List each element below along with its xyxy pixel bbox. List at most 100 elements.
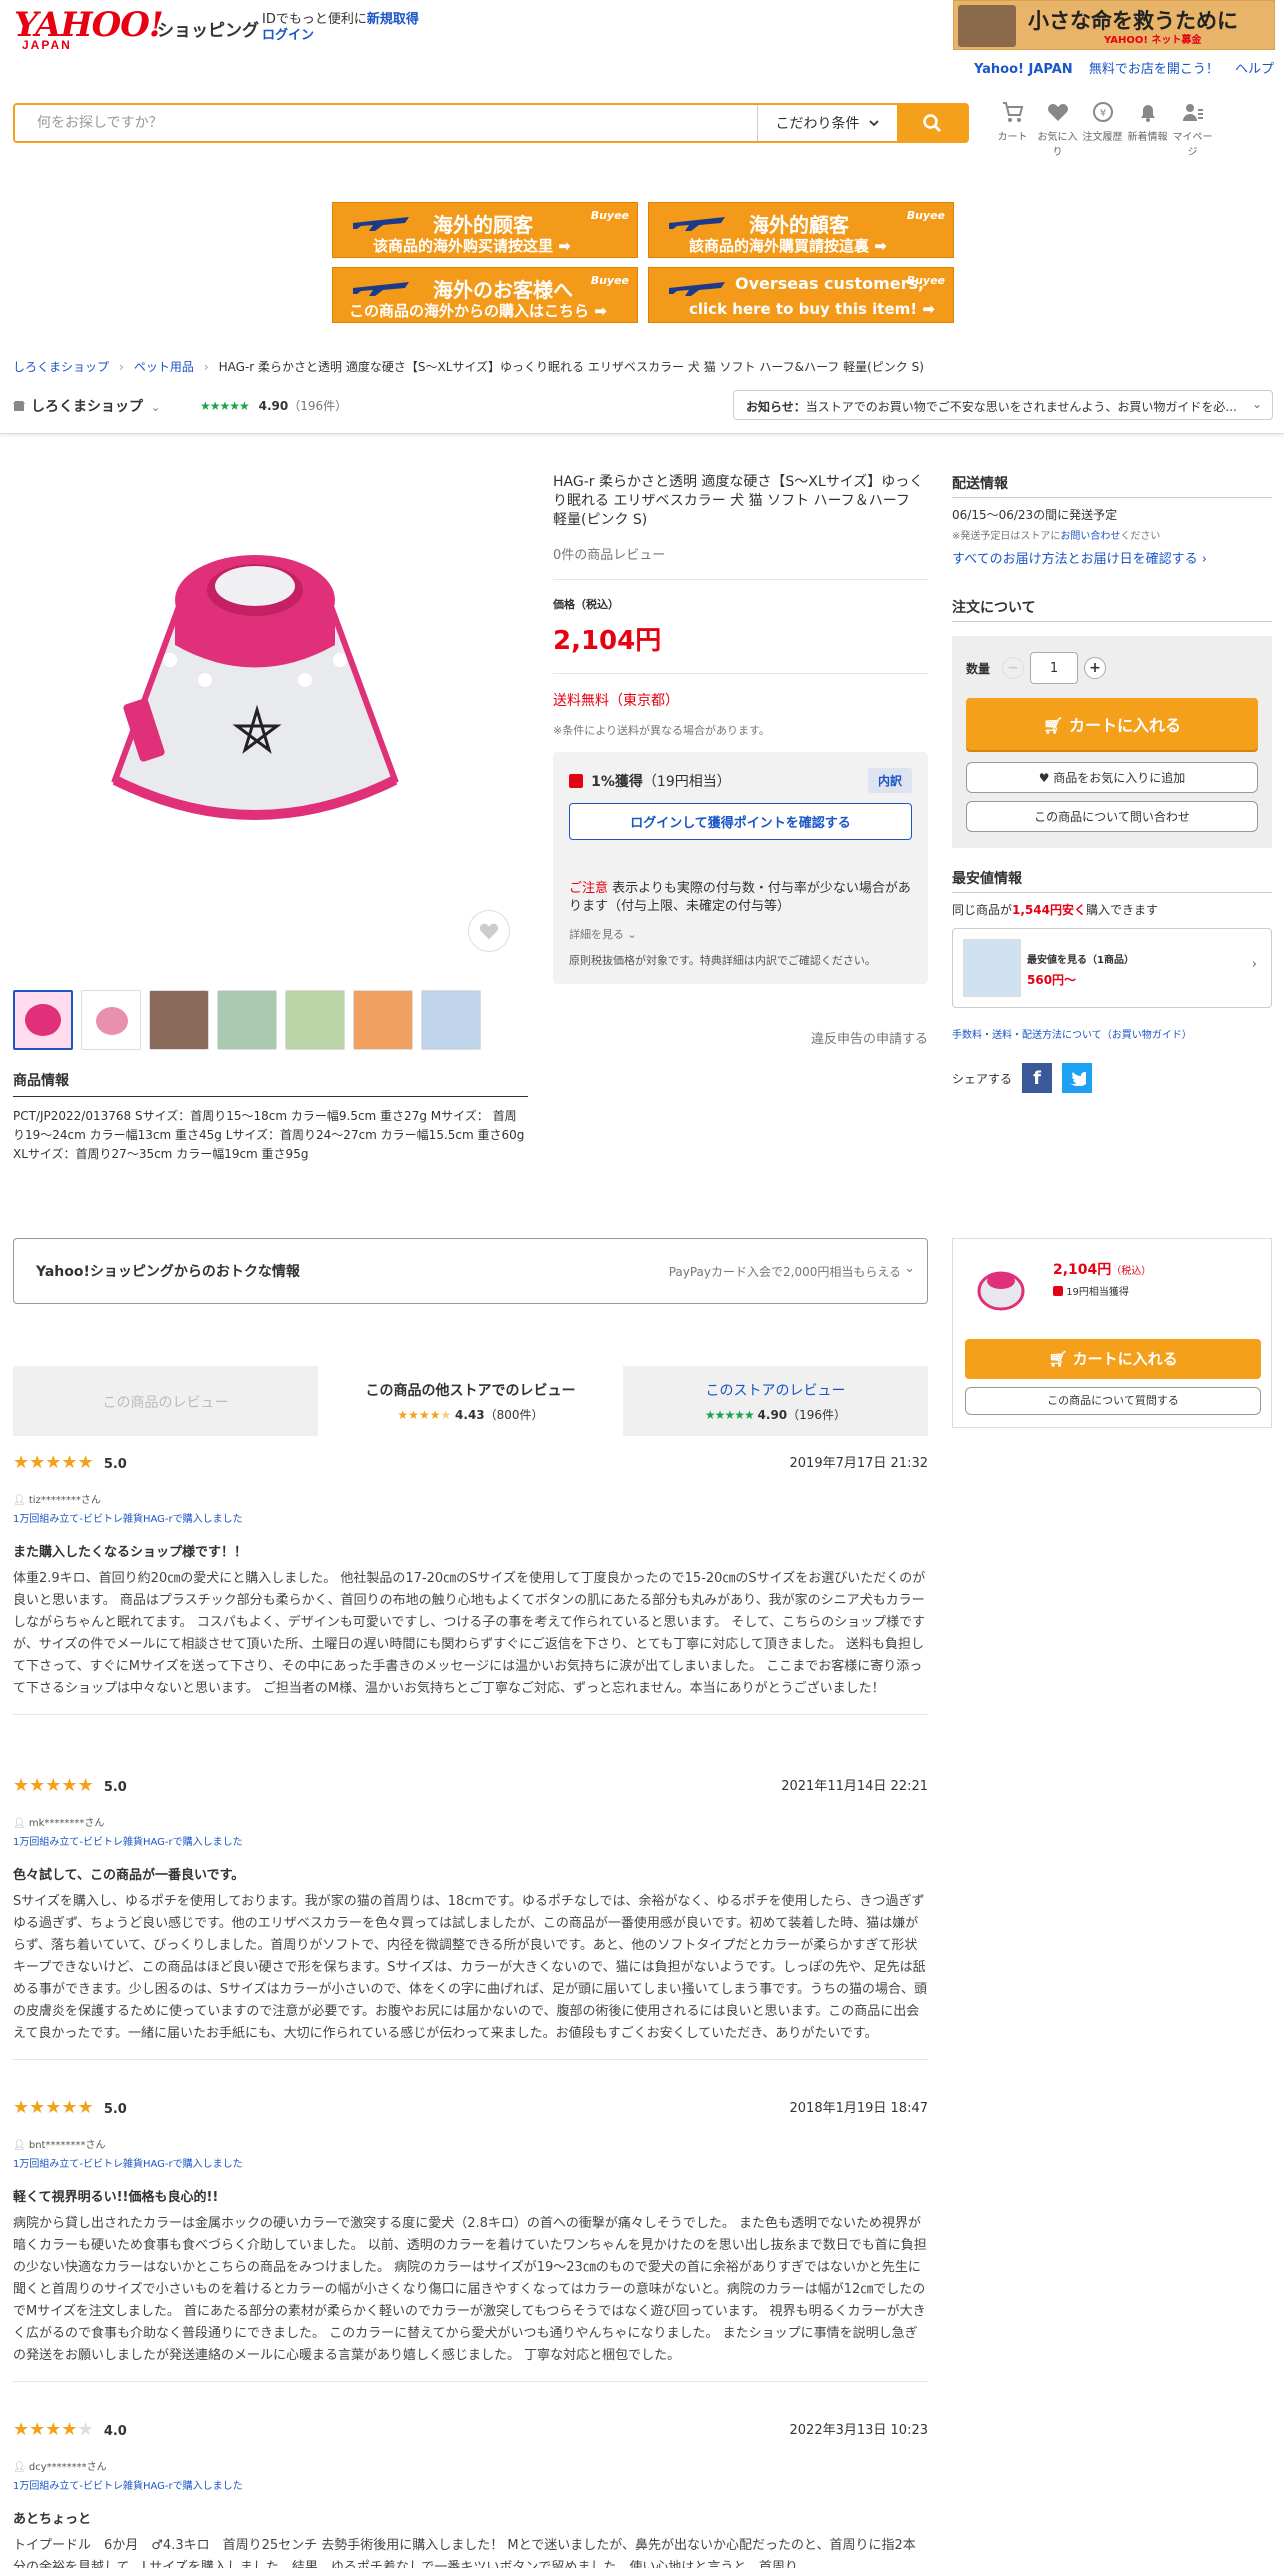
add-favorite-button[interactable]: ♥ 商品をお気に入りに追加 [966, 762, 1258, 793]
breadcrumb-current: HAG-r 柔らかさと透明 適度な硬さ【S〜XLサイズ】ゆっくり眠れる エリザベ… [218, 360, 924, 374]
nav-favorites[interactable]: お気に入り [1035, 100, 1080, 158]
thumbnail[interactable] [285, 990, 345, 1050]
rating-stars: ★★★★★ [397, 1408, 452, 1422]
twitter-icon[interactable] [1062, 1063, 1093, 1093]
thumbnail[interactable] [13, 990, 73, 1050]
delivery-options-link[interactable]: すべてのお届け方法とお届け日を確認する [952, 552, 1198, 567]
sidecard-ask-button[interactable]: この商品について質問する [965, 1387, 1261, 1415]
rating-stars: ★★★★★ [13, 1452, 94, 1473]
thumbnail[interactable] [353, 990, 413, 1050]
user-icon: 👤︎ [13, 1818, 29, 1829]
buyee-banner-en[interactable]: Overseas customers, click here to buy thi… [648, 267, 954, 323]
review-tabs: この商品のレビュー この商品の他ストアでのレビュー ★★★★★ 4.43（800… [13, 1366, 928, 1436]
purchase-link[interactable]: 1万回組み立て-ビビトレ雑貨HAG-rで購入しました [13, 2155, 928, 2170]
purchase-link[interactable]: 1万回組み立て-ビビトレ雑貨HAG-rで購入しました [13, 1510, 928, 1525]
shopping-label[interactable]: ショッピング [157, 16, 259, 41]
point-box: 1%獲得（19円相当） 内訳 ログインして獲得ポイントを確認する ご注意 表示よ… [553, 752, 928, 984]
breadcrumb-store[interactable]: しろくまショップ [13, 360, 109, 374]
cheapest-card[interactable]: 最安値を見る（1商品） 560円〜 › [952, 928, 1272, 1008]
nav-cart[interactable]: カート [990, 100, 1035, 158]
buyee-banner-tc[interactable]: 海外的顧客 該商品的海外購買請按這裏 ➡ Buyee [648, 202, 954, 258]
thumbnail[interactable] [217, 990, 277, 1050]
sticky-cart-card: 2,104円（税込） 19円相当獲得 🛒︎ カートに入れる この商品について質問… [952, 1238, 1272, 1428]
heart-icon [479, 923, 499, 940]
guide-link[interactable]: 手数料・送料・配送方法について（お買い物ガイド） [952, 1030, 1192, 1041]
point-icon [1053, 1286, 1063, 1296]
chevron-down-icon: ⌄ [1251, 397, 1262, 411]
search-icon [923, 114, 941, 132]
qty-plus-button[interactable]: + [1084, 657, 1107, 679]
tab-other-store-reviews[interactable]: この商品の他ストアでのレビュー ★★★★★ 4.43（800件） [318, 1366, 623, 1436]
breadcrumb-category[interactable]: ペット用品 [134, 360, 194, 374]
review-item: ★★★★★ 4.0 2022年3月13日 10:23 👤︎ dcy********… [13, 2419, 928, 2568]
condition-dropdown[interactable]: こだわり条件 [757, 105, 897, 141]
chevron-down-icon: ⌄ [151, 401, 161, 414]
cart-icon [1002, 102, 1023, 122]
thumbnail[interactable] [421, 990, 481, 1050]
thumbnail[interactable] [81, 990, 141, 1050]
report-link[interactable]: 違反申告の申請する [553, 1028, 928, 1047]
purchase-link[interactable]: 1万回組み立て-ビビトレ雑貨HAG-rで購入しました [13, 1833, 928, 1848]
favorite-button[interactable] [468, 910, 510, 952]
rating-stars: ★★★★★ [13, 1775, 94, 1796]
sidecard-cart-button[interactable]: 🛒︎ カートに入れる [965, 1339, 1261, 1379]
breadcrumb: しろくまショップ › ペット用品 › HAG-r 柔らかさと透明 適度な硬さ【S〜XLサ… [13, 360, 924, 374]
review-count-link[interactable]: 0件の商品レビュー [553, 544, 928, 563]
qty-input[interactable]: 1 [1030, 652, 1079, 684]
search-bar: こだわり条件 [13, 103, 969, 143]
help-link[interactable]: ヘルプ [1235, 62, 1274, 77]
thumbnail[interactable] [149, 990, 209, 1050]
inquiry-link[interactable]: お問い合わせ [1060, 531, 1120, 542]
buyee-banner-ja[interactable]: 海外のお客様へ この商品の海外からの購入はこちら ➡ Buyee [332, 267, 638, 323]
purchase-link[interactable]: 1万回組み立て-ビビトレ雑貨HAG-rで購入しました [13, 2477, 928, 2492]
product-price: 2,104円 [553, 626, 662, 656]
order-column: 配送情報 06/15〜06/23の間に発送予定 ※発送予定日はストアにお問い合わ… [952, 473, 1272, 1093]
user-icon: 👤︎ [13, 2140, 29, 2151]
detail-link[interactable]: 詳細を見る ⌄ [569, 926, 912, 942]
user-icon: 👤︎ [13, 2462, 29, 2473]
top-links: Yahoo! JAPAN 無料でお店を開こう！ ヘルプ [962, 58, 1274, 77]
inquiry-button[interactable]: この商品について問い合わせ [966, 801, 1258, 832]
product-title: HAG-r 柔らかさと透明 適度な硬さ【S〜XLサイズ】ゆっくり眠れる エリザベ… [553, 474, 924, 528]
open-store-link[interactable]: 無料でお店を開こう！ [1089, 62, 1219, 77]
product-main-image[interactable] [95, 530, 415, 900]
donation-banner[interactable]: 小さな命を救うために YAHOO! ネット募金 [953, 0, 1275, 50]
buyee-banner-sc[interactable]: 海外的顾客 该商品的海外购买请按这里 ➡ Buyee [332, 202, 638, 258]
point-breakdown-button[interactable]: 内訳 [867, 768, 912, 793]
nav-news[interactable]: 新着情報 [1125, 100, 1170, 158]
airplane-icon [669, 282, 725, 296]
heart-icon [1047, 103, 1068, 121]
svg-text:¥: ¥ [1099, 108, 1105, 119]
airplane-icon [669, 217, 725, 231]
search-button[interactable] [897, 105, 967, 141]
cart-icon: 🛒︎ [1043, 716, 1069, 735]
yahoo-japan-link[interactable]: Yahoo! JAPAN [974, 62, 1073, 77]
promo-banner[interactable]: Yahoo!ショッピングからのおトクな情報 PayPayカード入会で2,000円… [13, 1238, 928, 1304]
review-item: ★★★★★ 5.0 2018年1月19日 18:47 👤︎ bnt********… [13, 2097, 928, 2382]
rating-stars: ★★★★★ [200, 399, 250, 413]
rating-stars: ★★★★★ [13, 2097, 94, 2118]
cart-icon: 🛒︎ [1048, 1350, 1073, 1368]
add-to-cart-button[interactable]: 🛒︎ カートに入れる [966, 698, 1258, 750]
tab-store-reviews[interactable]: このストアのレビュー ★★★★★ 4.90（196件） [623, 1366, 928, 1436]
store-notice[interactable]: お知らせ：当ストアでのお買い物でご不安な思いをされませんよう、お買い物ガイドを必… [733, 390, 1273, 420]
register-link[interactable]: 新規取得 [367, 12, 419, 27]
product-summary: HAG-r 柔らかさと透明 適度な硬さ【S〜XLサイズ】ゆっくり眠れる エリザベ… [553, 474, 928, 1047]
shipping-free: 送料無料（東京都） [553, 693, 679, 709]
login-point-button[interactable]: ログインして獲得ポイントを確認する [569, 803, 912, 840]
search-input[interactable] [15, 105, 757, 141]
nav-mypage[interactable]: マイページ [1170, 100, 1215, 158]
login-link[interactable]: ログイン [262, 28, 314, 43]
facebook-icon[interactable]: f [1022, 1063, 1053, 1093]
nav-order-history[interactable]: ¥ 注文履歴 [1080, 100, 1125, 158]
qty-minus-button[interactable]: − [1002, 657, 1025, 679]
store-rating[interactable]: ★★★★★ 4.90（196件） [200, 397, 347, 414]
point-icon [569, 773, 583, 788]
tab-item-reviews[interactable]: この商品のレビュー [13, 1366, 318, 1436]
store-name-dropdown[interactable]: しろくまショップ ⌄ [13, 396, 160, 416]
chevron-down-icon: ⌄ [904, 1261, 915, 1276]
store-icon [13, 401, 25, 411]
chevron-down-icon [868, 120, 879, 127]
yahoo-logo[interactable]: YAHOO! JAPAN [14, 8, 164, 54]
airplane-icon [353, 217, 409, 231]
